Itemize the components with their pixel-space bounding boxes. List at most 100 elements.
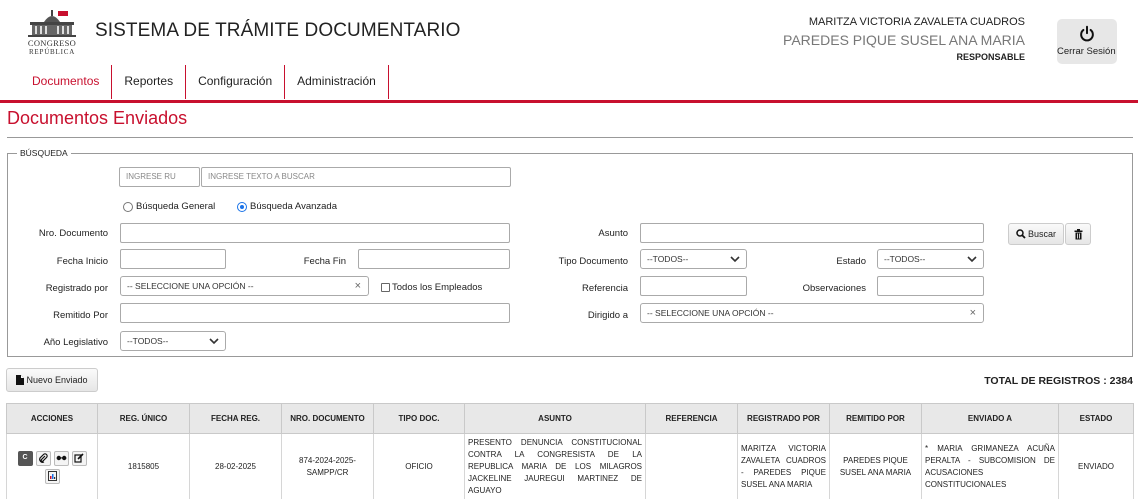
paperclip-icon [39,453,48,463]
trash-icon [1074,228,1082,239]
radio-general-dot[interactable] [123,201,133,212]
total-registros: TOTAL DE REGISTROS : 2384 [984,375,1133,387]
asunto-input[interactable] [640,223,984,243]
clear-search-button[interactable] [1065,223,1091,245]
table-header-row: ACCIONES REG. ÚNICO FECHA REG. NRO. DOCU… [6,403,1134,434]
checkbox-box[interactable] [381,283,390,292]
edit-button[interactable] [71,450,87,466]
page-title: Documentos Enviados [7,108,188,128]
estado-select[interactable]: --TODOS-- [877,249,984,269]
cell-estado: ENVIADO [1058,433,1134,499]
app-title: SISTEMA DE TRÁMITE DOCUMENTARIO [95,20,461,41]
user-role: RESPONSABLE [956,52,1025,62]
nuevo-enviado-button[interactable]: Nuevo Enviado [6,368,98,392]
label-anio-legislativo: Año Legislativo [43,337,108,348]
row-actions: C [6,433,98,499]
radio-general-label: Búsqueda General [136,201,216,212]
header-divider [0,100,1138,103]
clear-icon[interactable]: × [970,304,976,322]
radio-advanced-label: Búsqueda Avanzada [250,201,337,212]
col-reg-unico[interactable]: REG. ÚNICO [97,403,190,434]
nav-reportes[interactable]: Reportes [112,65,187,99]
anio-legislativo-value: --TODOS-- [127,336,169,346]
document-icon [16,375,25,385]
dirigido-a-value: -- SELECCIONE UNA OPCIÓN -- [647,308,774,318]
copy-button[interactable]: C [17,450,33,466]
todos-empleados-label: Todos los Empleados [392,282,483,293]
remitido-por-input[interactable] [120,303,510,323]
cell-asunto: PRESENTO DENUNCIA CONSTITUCIONAL CONTRA … [464,433,646,499]
attach-button[interactable] [35,450,51,466]
label-observaciones: Observaciones [802,283,866,294]
user-name: MARITZA VICTORIA ZAVALETA CUADROS [808,16,1025,28]
chevron-down-icon [209,338,219,345]
anio-legislativo-select[interactable]: --TODOS-- [120,331,226,351]
cell-remitido-por: PAREDES PIQUE SUSEL ANA MARIA [829,433,922,499]
label-nro-documento: Nro. Documento [38,228,108,239]
view-button[interactable] [53,450,69,466]
col-registrado-por[interactable]: REGISTRADO POR [737,403,830,434]
report-icon [47,471,57,481]
fecha-inicio-input[interactable] [120,249,226,269]
chevron-down-icon [967,256,977,263]
edit-icon [74,453,84,463]
radio-advanced-dot[interactable] [237,201,247,212]
search-text-input[interactable]: INGRESE TEXTO A BUSCAR [201,167,511,187]
col-fecha-reg[interactable]: FECHA REG. [189,403,282,434]
nav-documentos[interactable]: Documentos [20,65,113,99]
dirigido-a-select[interactable]: -- SELECCIONE UNA OPCIÓN -- × [640,303,984,323]
todos-empleados-checkbox[interactable]: Todos los Empleados [381,282,482,293]
label-asunto: Asunto [598,228,628,239]
estado-value: --TODOS-- [884,254,926,264]
radio-busqueda-general[interactable]: Búsqueda General [123,201,215,212]
label-estado: Estado [836,256,866,267]
cell-reg-unico: 1815805 [97,433,190,499]
col-referencia[interactable]: REFERENCIA [645,403,738,434]
radio-busqueda-avanzada[interactable]: Búsqueda Avanzada [237,201,337,212]
ru-input[interactable]: INGRESE RU [119,167,200,187]
tipo-documento-select[interactable]: --TODOS-- [640,249,747,269]
col-asunto[interactable]: ASUNTO [464,403,646,434]
buscar-button[interactable]: Buscar [1008,223,1064,245]
col-remitido-por[interactable]: REMITIDO POR [829,403,922,434]
nro-documento-input[interactable] [120,223,510,243]
label-dirigido-a: Dirigido a [587,310,628,321]
observaciones-input[interactable] [877,276,984,296]
power-icon [1080,25,1094,42]
glasses-icon [56,455,66,461]
app-window: CONGRESO REPÚBLICA SISTEMA DE TRÁMITE DO… [0,0,1138,499]
user-subtitle: PAREDES PIQUE SUSEL ANA MARIA [783,32,1025,48]
label-referencia: Referencia [582,283,628,294]
logo-text-congreso: CONGRESO [27,38,77,48]
search-icon [1016,229,1026,239]
nuevo-enviado-label: Nuevo Enviado [26,375,88,385]
col-acciones: ACCIONES [6,403,98,434]
nav-administracion[interactable]: Administración [285,65,389,99]
registrado-por-value: -- SELECCIONE UNA OPCIÓN -- [127,281,254,291]
logout-label: Cerrar Sesión [1057,46,1116,57]
table-row[interactable]: C 1815805 28-02-2025 874-2024-2025-SAMPP… [6,433,1134,499]
report-button[interactable] [44,468,60,484]
fecha-fin-input[interactable] [358,249,510,269]
col-nro-documento[interactable]: NRO. DOCUMENTO [281,403,374,434]
header: CONGRESO REPÚBLICA SISTEMA DE TRÁMITE DO… [0,0,1138,100]
chevron-down-icon [730,256,740,263]
buscar-label: Buscar [1027,229,1056,239]
label-fecha-inicio: Fecha Inicio [56,256,108,267]
cell-enviado-a: * MARIA GRIMANEZA ACUÑA PERALTA - SUBCOM… [921,433,1059,499]
c-icon: C [22,454,28,461]
logout-button[interactable]: Cerrar Sesión [1057,19,1117,64]
documents-table: ACCIONES REG. ÚNICO FECHA REG. NRO. DOCU… [6,403,1134,499]
clear-icon[interactable]: × [355,277,361,295]
action-buttons: C [14,450,90,484]
col-tipo-doc[interactable]: TIPO DOC. [373,403,465,434]
title-divider [7,137,1133,138]
nav-configuracion[interactable]: Configuración [186,65,286,99]
referencia-input[interactable] [640,276,747,296]
label-tipo-documento: Tipo Documento [558,256,628,267]
label-registrado-por: Registrado por [45,283,108,294]
col-estado[interactable]: ESTADO [1058,403,1134,434]
label-remitido-por: Remitido Por [53,310,108,321]
registrado-por-select[interactable]: -- SELECCIONE UNA OPCIÓN -- × [120,276,369,296]
col-enviado-a[interactable]: ENVIADO A [921,403,1059,434]
